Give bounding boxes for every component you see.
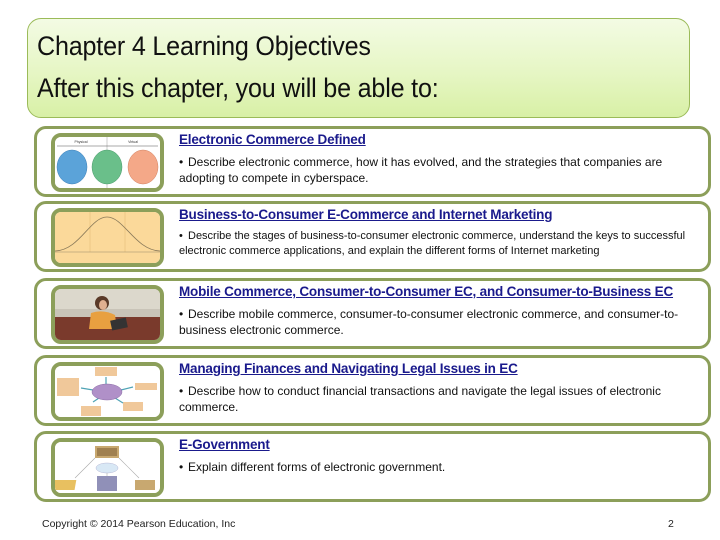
click-and-mortar-diagram-icon: Physical Virtual [55, 137, 160, 188]
bell-curve-chart-thumbnail [51, 208, 164, 267]
objective-description: • Explain different forms of electronic g… [179, 460, 446, 474]
objective-card-ecommerce-defined: Physical Virtual Electronic Commerce Def… [34, 126, 711, 197]
e-government-diagram-thumbnail [51, 438, 164, 497]
objective-description: • Describe how to conduct financial trans… [179, 384, 661, 414]
hub-spoke-diagram-icon [55, 366, 160, 417]
objective-card-e-government: E-Government • Explain different forms of… [34, 431, 711, 502]
objective-title-link[interactable]: E-Government [179, 437, 270, 452]
objective-title-link[interactable]: Mobile Commerce, Consumer-to-Consumer EC… [179, 284, 673, 299]
objective-description: • Describe the stages of business-to-cons… [179, 230, 686, 257]
objective-title-link[interactable]: Managing Finances and Navigating Legal I… [179, 361, 518, 376]
page-number: 2 [668, 518, 674, 530]
svg-text:Physical: Physical [74, 140, 87, 144]
bell-curve-chart-icon [55, 212, 160, 263]
objective-card-finances-legal: Managing Finances and Navigating Legal I… [34, 355, 711, 426]
objective-description: • Describe electronic commerce, how it ha… [179, 155, 663, 185]
slide-title-box: Chapter 4 Learning Objectives After this… [27, 18, 690, 118]
e-government-diagram-icon [55, 442, 160, 493]
slide-title: Chapter 4 Learning Objectives [37, 31, 371, 61]
objective-card-mobile-commerce: Mobile Commerce, Consumer-to-Consumer EC… [34, 278, 711, 349]
svg-text:Virtual: Virtual [128, 140, 138, 144]
hub-spoke-diagram-thumbnail [51, 362, 164, 421]
bullet-icon: • [179, 155, 184, 169]
objective-title-link[interactable]: Electronic Commerce Defined [179, 132, 366, 147]
bullet-icon: • [179, 307, 184, 321]
objective-card-b2c-ecommerce: Business-to-Consumer E-Commerce and Inte… [34, 201, 711, 272]
copyright-footer: Copyright © 2014 Pearson Education, Inc [42, 518, 236, 530]
woman-with-tablet-photo-icon [55, 289, 160, 340]
bullet-icon: • [179, 460, 184, 474]
slide-subtitle: After this chapter, you will be able to: [37, 73, 439, 103]
objective-title-link[interactable]: Business-to-Consumer E-Commerce and Inte… [179, 207, 552, 222]
objective-description: • Describe mobile commerce, consumer-to-c… [179, 307, 679, 337]
click-and-mortar-diagram-thumbnail: Physical Virtual [51, 133, 164, 192]
bullet-icon: • [179, 230, 183, 242]
bullet-icon: • [179, 384, 184, 398]
woman-with-tablet-photo-thumbnail [51, 285, 164, 344]
